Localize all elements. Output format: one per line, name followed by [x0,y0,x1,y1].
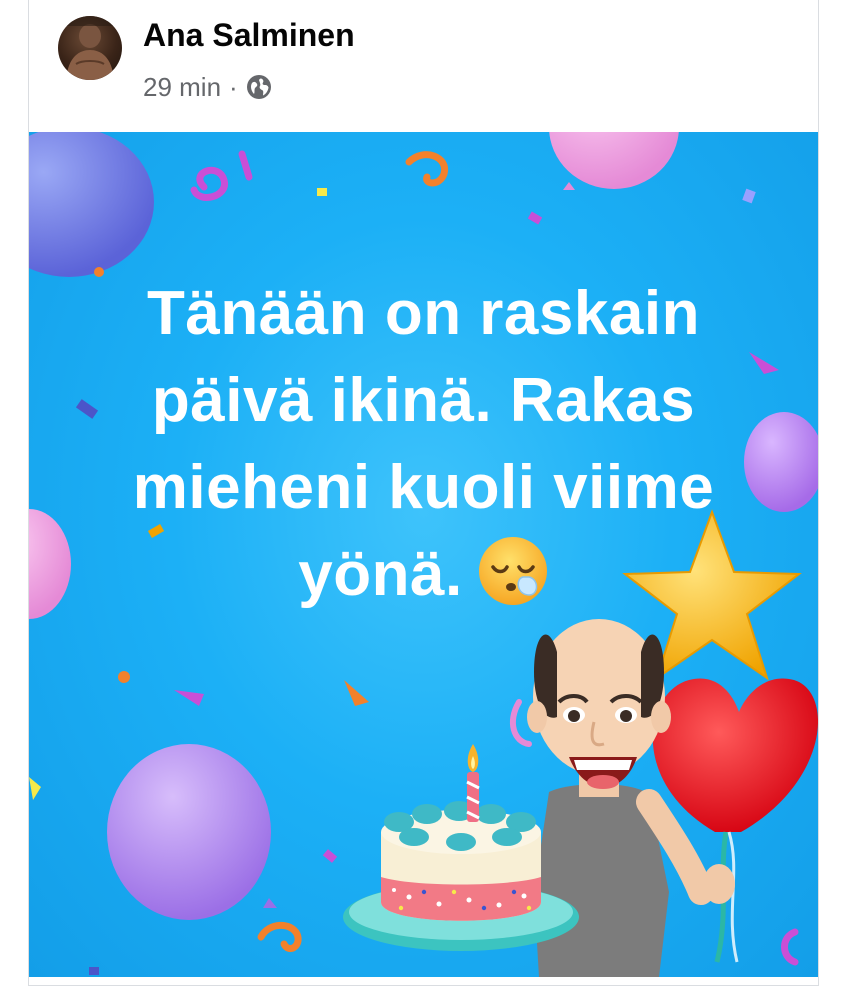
balloon-pink-left [29,509,71,619]
feed-page: Ana Salminen 29 min · Tänään on raskain … [0,0,845,1000]
sleepy-face-emoji [477,535,549,607]
globe-icon[interactable] [246,74,272,100]
heart-balloon [652,678,818,963]
post-timestamp[interactable]: 29 min [143,72,221,103]
post-media-background[interactable]: Tänään on raskain päivä ikinä. Rakas mie… [29,132,818,977]
post-text: Tänään on raskain päivä ikinä. Rakas mie… [69,270,778,618]
author-avatar[interactable] [58,16,122,80]
post-text-content: Tänään on raskain päivä ikinä. Rakas mie… [132,279,715,609]
author-name[interactable]: Ana Salminen [143,17,355,54]
balloon-pink-top [549,132,679,190]
post-meta: 29 min · [143,70,272,104]
meta-separator: · [229,71,238,102]
balloon-lavender-bottom-left [107,744,277,920]
balloon-blue-top-left [29,132,154,277]
avatar-photo [58,16,122,80]
post-card: Ana Salminen 29 min · Tänään on raskain … [28,0,819,986]
post-header: Ana Salminen 29 min · [29,0,818,130]
